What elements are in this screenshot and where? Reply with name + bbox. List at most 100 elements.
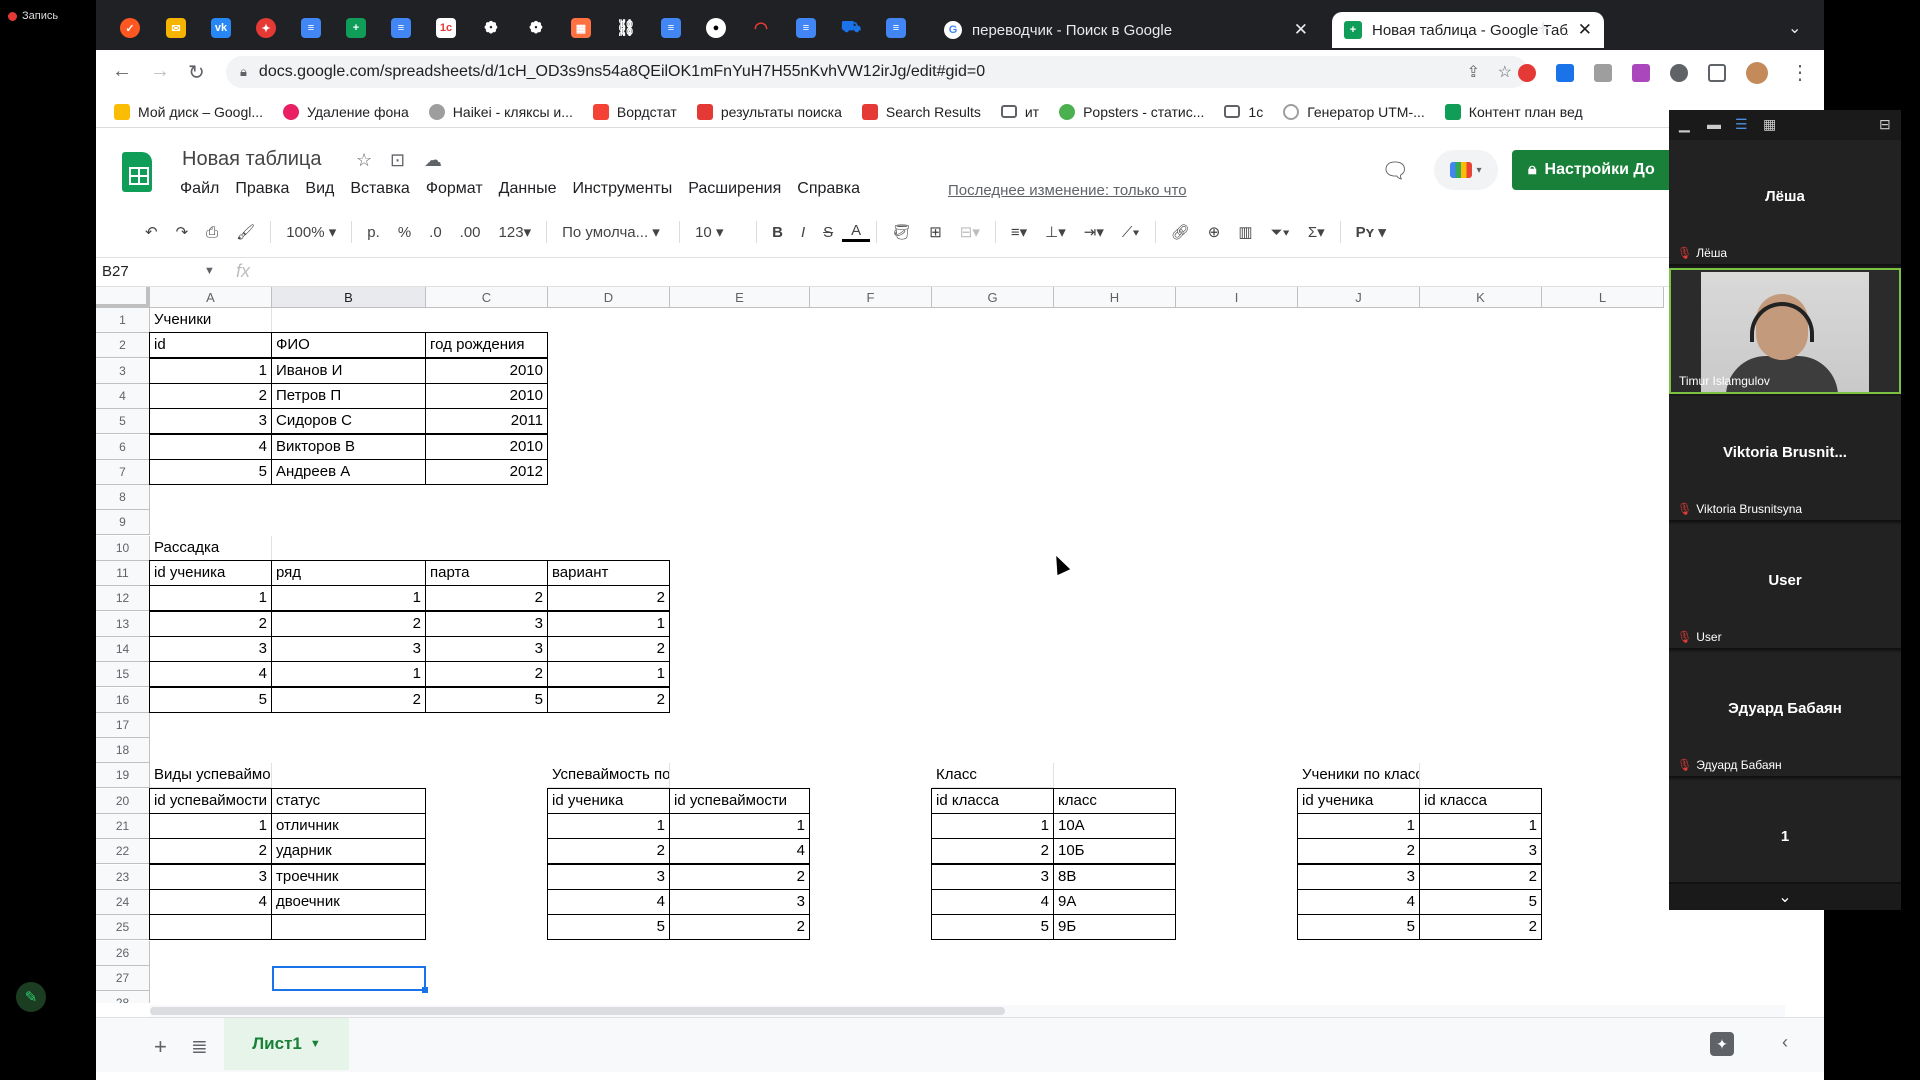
cell-j24[interactable]: 4 (1297, 888, 1420, 915)
text-color-button[interactable]: A (842, 222, 871, 242)
column-header[interactable]: F (810, 287, 932, 308)
extension-icon[interactable] (1632, 64, 1650, 82)
row-header[interactable]: 8 (96, 485, 150, 511)
cell-a7[interactable]: 5 (149, 458, 272, 485)
cell-e22[interactable]: 4 (669, 838, 810, 865)
filter-icon[interactable]: ⏷▾ (1262, 224, 1299, 241)
cell-a22[interactable]: 2 (149, 838, 272, 865)
cell-c4[interactable]: 2010 (425, 382, 548, 409)
cell-c5[interactable]: 2011 (425, 408, 548, 435)
cell-b13[interactable]: 2 (271, 610, 426, 637)
cell-k23[interactable]: 2 (1419, 863, 1542, 890)
cell-g21[interactable]: 1 (931, 813, 1054, 839)
pinned-tab-docs-icon[interactable]: ≡ (661, 18, 681, 38)
column-header[interactable]: C (426, 287, 548, 308)
row-header[interactable]: 25 (96, 915, 150, 941)
font-size-select[interactable]: 10 ▾ (686, 223, 750, 241)
share-page-icon[interactable]: ⇪ (1467, 62, 1480, 82)
column-header[interactable]: E (670, 287, 810, 308)
meet-button[interactable]: ▾ (1434, 150, 1498, 190)
cell-b4[interactable]: Петров П (271, 382, 426, 409)
more-vertical-icon[interactable]: ⋮ (1790, 60, 1810, 85)
row-header[interactable]: 2 (96, 333, 150, 359)
row-header[interactable]: 16 (96, 687, 150, 713)
cell-b21[interactable]: отличник (271, 813, 426, 839)
annotate-pen-icon[interactable]: ✎ (16, 982, 46, 1012)
bookmark-folder[interactable]: ит (1000, 104, 1039, 120)
functions-icon[interactable]: Σ▾ (1299, 223, 1334, 241)
pinned-tab-docs-icon[interactable]: ≡ (886, 18, 906, 38)
cell-b23[interactable]: троечник (271, 863, 426, 890)
vertical-align-icon[interactable]: ⊥▾ (1036, 223, 1075, 241)
cell-g24[interactable]: 4 (931, 888, 1054, 915)
cell-d22[interactable]: 2 (547, 838, 670, 865)
cell-c13[interactable]: 3 (425, 610, 548, 637)
cell-b24[interactable]: двоечник (271, 888, 426, 915)
pinned-tab-docs-icon[interactable]: ≡ (796, 18, 816, 38)
document-title[interactable]: Новая таблица (182, 148, 322, 171)
horizontal-align-icon[interactable]: ≡▾ (1002, 223, 1036, 241)
cell-a1[interactable]: Ученики (150, 308, 272, 333)
pinned-tab-1c-icon[interactable]: 1c (436, 18, 456, 38)
bookmark-item[interactable]: Вордстат (592, 103, 677, 120)
menu-file[interactable]: Файл (180, 180, 219, 198)
exit-panel-icon[interactable]: ⊟ (1879, 116, 1891, 133)
row-header[interactable]: 17 (96, 712, 150, 738)
last-edit-link[interactable]: Последнее изменение: только что (948, 182, 1187, 199)
minimize-icon[interactable]: ▁ (1679, 116, 1690, 133)
row-header[interactable]: 9 (96, 510, 150, 536)
row-header[interactable]: 18 (96, 738, 150, 764)
cell-a5[interactable]: 3 (149, 408, 272, 435)
sheet-tab[interactable]: Лист1 ▼ (224, 1018, 349, 1070)
column-header[interactable]: J (1298, 287, 1420, 308)
cell-g25[interactable]: 5 (931, 914, 1054, 941)
puzzle-extensions-icon[interactable] (1670, 64, 1688, 82)
cell-e21[interactable]: 1 (669, 813, 810, 839)
cell-a24[interactable]: 4 (149, 888, 272, 915)
cell-b25[interactable] (271, 914, 426, 941)
row-header[interactable]: 5 (96, 409, 150, 435)
cell-d14[interactable]: 2 (547, 635, 670, 662)
menu-help[interactable]: Справка (797, 180, 860, 198)
undo-icon[interactable]: ↶ (136, 223, 167, 241)
pinned-tab-github-icon[interactable]: ● (706, 18, 726, 38)
add-sheet-button[interactable]: + (154, 1034, 167, 1060)
forward-arrow-icon[interactable]: → (150, 60, 170, 83)
pinned-tab-arc-icon[interactable]: ◠ (751, 18, 771, 38)
explore-icon[interactable]: ✦ (1710, 1032, 1734, 1056)
download-extension-icon[interactable] (1556, 64, 1574, 82)
row-header[interactable]: 20 (96, 788, 150, 814)
cell-a2[interactable]: id (149, 332, 272, 359)
input-tools-button[interactable]: Рʏ ▾ (1347, 223, 1395, 241)
pinned-tab-cart-icon[interactable]: ⛟ (841, 18, 861, 38)
cell-d15[interactable]: 1 (547, 661, 670, 688)
cell-c15[interactable]: 2 (425, 661, 548, 688)
row-header[interactable]: 19 (96, 763, 150, 789)
cell-j25[interactable]: 5 (1297, 914, 1420, 941)
menu-format[interactable]: Формат (426, 180, 483, 198)
pinned-tab-docs-icon[interactable]: ≡ (391, 18, 411, 38)
cell-h23[interactable]: 8В (1053, 863, 1176, 890)
cell-e20[interactable]: id успеваймости (669, 787, 810, 814)
cell-j20[interactable]: id ученика (1297, 787, 1420, 814)
cell-c16[interactable]: 5 (425, 686, 548, 713)
row-header[interactable]: 28 (96, 991, 150, 1003)
cell-a21[interactable]: 1 (149, 813, 272, 839)
cell-g19[interactable]: Класс (932, 763, 1054, 789)
row-header[interactable]: 26 (96, 940, 150, 966)
horizontal-scrollbar[interactable] (150, 1005, 1785, 1017)
participant-tile[interactable]: Эдуард Бабаян 🎙︎ Эдуард Бабаян (1669, 652, 1901, 778)
paint-format-icon[interactable]: 🖌︎ (227, 223, 264, 241)
reload-icon[interactable]: ↻ (188, 60, 205, 85)
column-header[interactable]: B (272, 287, 426, 308)
row-header[interactable]: 11 (96, 561, 150, 586)
new-tab-button[interactable]: + (1536, 15, 1550, 43)
italic-button[interactable]: I (792, 224, 814, 241)
star-icon[interactable]: ☆ (356, 150, 372, 171)
cell-a14[interactable]: 3 (149, 635, 272, 662)
cell-h21[interactable]: 10А (1053, 813, 1176, 839)
sheets-logo-icon[interactable] (122, 152, 152, 192)
address-bar[interactable]: 🔒︎ docs.google.com/spreadsheets/d/1cH_OD… (226, 56, 1528, 88)
cell-c3[interactable]: 2010 (425, 357, 548, 384)
row-header[interactable]: 22 (96, 839, 150, 865)
